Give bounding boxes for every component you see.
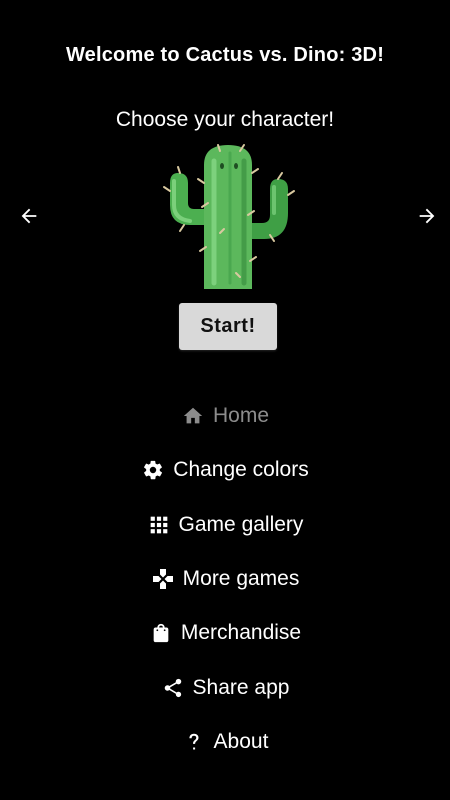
home-icon [181,404,205,428]
start-button[interactable]: Start! [179,303,277,350]
menu-item-label: Share app [192,675,290,699]
shopping-bag-icon [149,621,173,645]
menu-item-label: Game gallery [178,512,304,536]
cactus-character-image [160,143,298,289]
gamepad-icon [151,567,175,591]
question-icon [182,730,206,754]
menu-item-home[interactable]: Home [0,389,450,443]
choose-character-label: Choose your character! [115,108,335,131]
menu-item-share-app[interactable]: Share app [0,660,450,714]
share-icon [161,676,185,700]
menu-item-label: More games [182,567,300,591]
menu-item-label: Home [212,404,270,428]
menu-item-label: Change colors [173,458,309,482]
main-menu: Home Change colors Game gallery More gam… [0,389,450,769]
menu-item-label: About [213,729,269,753]
menu-item-about[interactable]: About [0,715,450,769]
menu-item-merchandise[interactable]: Merchandise [0,606,450,660]
menu-item-change-colors[interactable]: Change colors [0,443,450,497]
welcome-title: Welcome to Cactus vs. Dino: 3D! [65,44,385,66]
menu-item-more-games[interactable]: More games [0,552,450,606]
previous-character-button[interactable] [16,203,42,229]
menu-item-game-gallery[interactable]: Game gallery [0,498,450,552]
arrow-left-icon [21,208,37,224]
grid-icon [147,513,171,537]
menu-item-label: Merchandise [180,621,302,645]
next-character-button[interactable] [414,203,440,229]
arrow-right-icon [419,208,435,224]
gear-icon [141,458,165,482]
